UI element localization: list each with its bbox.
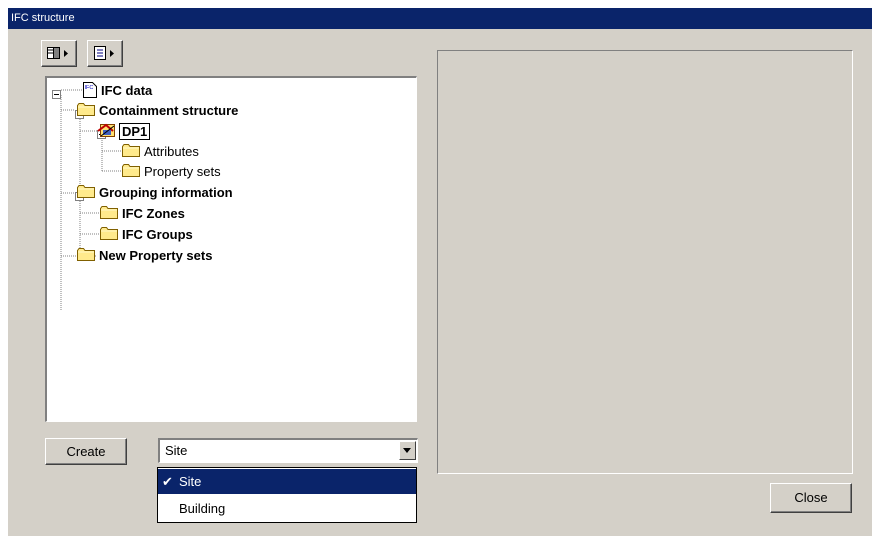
tree-node[interactable]: Attributes — [47, 143, 407, 163]
tree-node-label: DP1 — [119, 123, 151, 140]
dropdown-option-label: Building — [179, 501, 226, 516]
folder-icon — [100, 205, 118, 225]
dropdown-option-site[interactable]: ✔ Site — [158, 469, 416, 494]
tree-node-label: Property sets — [144, 164, 221, 179]
folder-icon — [122, 163, 140, 183]
svg-text:IFC: IFC — [85, 85, 94, 91]
dropdown-option-building[interactable]: Building — [158, 496, 416, 521]
tree-node[interactable]: IFC Groups — [47, 226, 407, 246]
panel-layout-button[interactable] — [41, 40, 77, 67]
type-select-value: Site — [165, 443, 188, 458]
title-bar: IFC structure — [8, 8, 872, 29]
window-title: IFC structure — [11, 12, 75, 24]
ifc-file-icon: IFC — [83, 82, 97, 103]
create-button-label: Create — [66, 444, 106, 459]
dropdown-option-label: Site — [179, 474, 202, 489]
folder-icon — [77, 184, 95, 204]
ifc-tree-view[interactable]: IFC IFC data Containment structure DP1 Attri… — [45, 76, 417, 422]
type-select-dropdown-button[interactable] — [399, 441, 416, 460]
tree-node[interactable]: Containment structure — [47, 102, 407, 122]
detail-panel — [437, 50, 853, 474]
tree-node-label: Containment structure — [99, 103, 239, 118]
document-list-button[interactable] — [87, 40, 123, 67]
folder-icon — [122, 143, 140, 163]
folder-icon — [77, 102, 95, 122]
type-select-dropdown-list: ✔ Site Building — [157, 467, 417, 523]
checkmark-icon: ✔ — [162, 474, 173, 489]
tree-node[interactable]: Grouping information — [47, 184, 407, 204]
tree-node[interactable]: Property sets — [47, 163, 407, 183]
project-object-icon — [97, 122, 117, 144]
chevron-down-icon — [403, 448, 411, 453]
tree-node-label: Grouping information — [99, 185, 233, 200]
collapse-toggle-icon[interactable] — [52, 86, 61, 99]
type-select[interactable]: Site — [158, 438, 418, 463]
tree-node-label: IFC Zones — [122, 206, 185, 221]
create-button[interactable]: Create — [45, 438, 127, 465]
ifc-structure-dialog: IFC structure IFC IFC data Containment s… — [8, 8, 872, 536]
tree-node-label: IFC data — [101, 83, 153, 98]
tree-node[interactable]: IFC IFC data — [47, 82, 407, 102]
tree-node[interactable]: New Property sets — [47, 247, 407, 267]
tree-node[interactable]: DP1 — [47, 122, 407, 142]
folder-icon — [77, 247, 95, 267]
folder-icon — [100, 226, 118, 246]
tree-node[interactable]: IFC Zones — [47, 205, 407, 225]
close-button-label: Close — [794, 490, 828, 505]
tree-node-label: IFC Groups — [122, 227, 193, 242]
tree-node-label: Attributes — [144, 144, 199, 159]
close-button[interactable]: Close — [770, 483, 852, 513]
tree-node-label: New Property sets — [99, 248, 213, 263]
